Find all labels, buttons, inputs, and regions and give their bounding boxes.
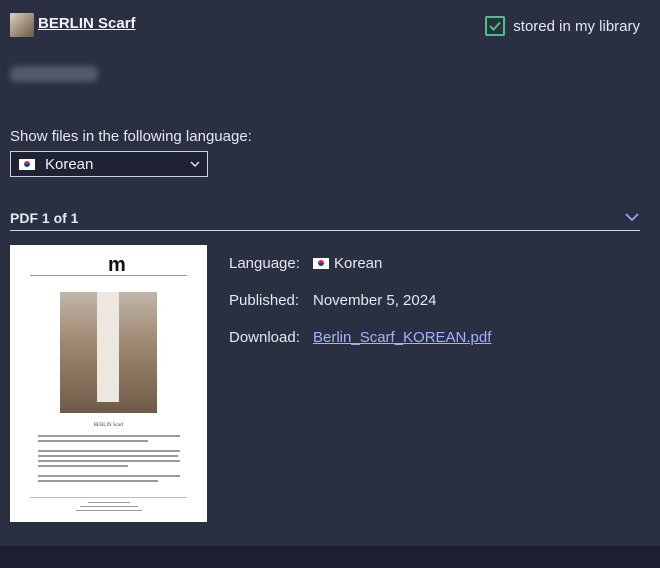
language-value: Korean [313, 255, 382, 272]
footer-line [76, 510, 142, 511]
published-value: November 5, 2024 [313, 292, 437, 309]
language-select-label: Show files in the following language: [10, 128, 252, 145]
text-line [38, 435, 180, 437]
checkbox-checked-icon[interactable] [485, 16, 506, 36]
text-line [38, 450, 180, 452]
language-select-value: Korean [45, 155, 94, 173]
text-line [38, 460, 180, 462]
section-divider [10, 230, 640, 231]
south-korea-flag-icon [313, 258, 329, 269]
text-line [38, 455, 178, 457]
language-label: Language: [229, 255, 300, 272]
footer-rule [30, 497, 187, 498]
download-label: Download: [229, 329, 300, 346]
pattern-title-link[interactable]: BERLIN Scarf [38, 15, 136, 32]
stored-in-library-toggle[interactable]: stored in my library [485, 16, 640, 36]
published-label: Published: [229, 292, 300, 309]
brand-logo-icon: m [108, 254, 126, 276]
language-select[interactable]: Korean [10, 151, 208, 177]
page-footer [0, 546, 660, 568]
stored-label: stored in my library [513, 17, 640, 35]
document-title-text: BERLIN Scarf [93, 423, 124, 428]
download-pdf-link[interactable]: Berlin_Scarf_KOREAN.pdf [313, 329, 491, 346]
pdf-section-title: PDF 1 of 1 [10, 210, 79, 226]
header-rule [30, 275, 187, 276]
chevron-down-icon [190, 161, 200, 167]
text-line [38, 475, 180, 477]
text-line [38, 465, 128, 467]
chevron-down-icon[interactable] [624, 210, 640, 224]
blurred-text [10, 66, 98, 82]
south-korea-flag-icon [19, 158, 35, 170]
footer-line [80, 506, 138, 507]
text-line [38, 440, 148, 442]
text-line [38, 480, 158, 482]
footer-line [88, 502, 130, 503]
pdf-preview-thumbnail[interactable]: m BERLIN Scarf [10, 245, 207, 522]
pattern-thumbnail[interactable] [10, 13, 34, 37]
scarf-shape [97, 292, 119, 402]
